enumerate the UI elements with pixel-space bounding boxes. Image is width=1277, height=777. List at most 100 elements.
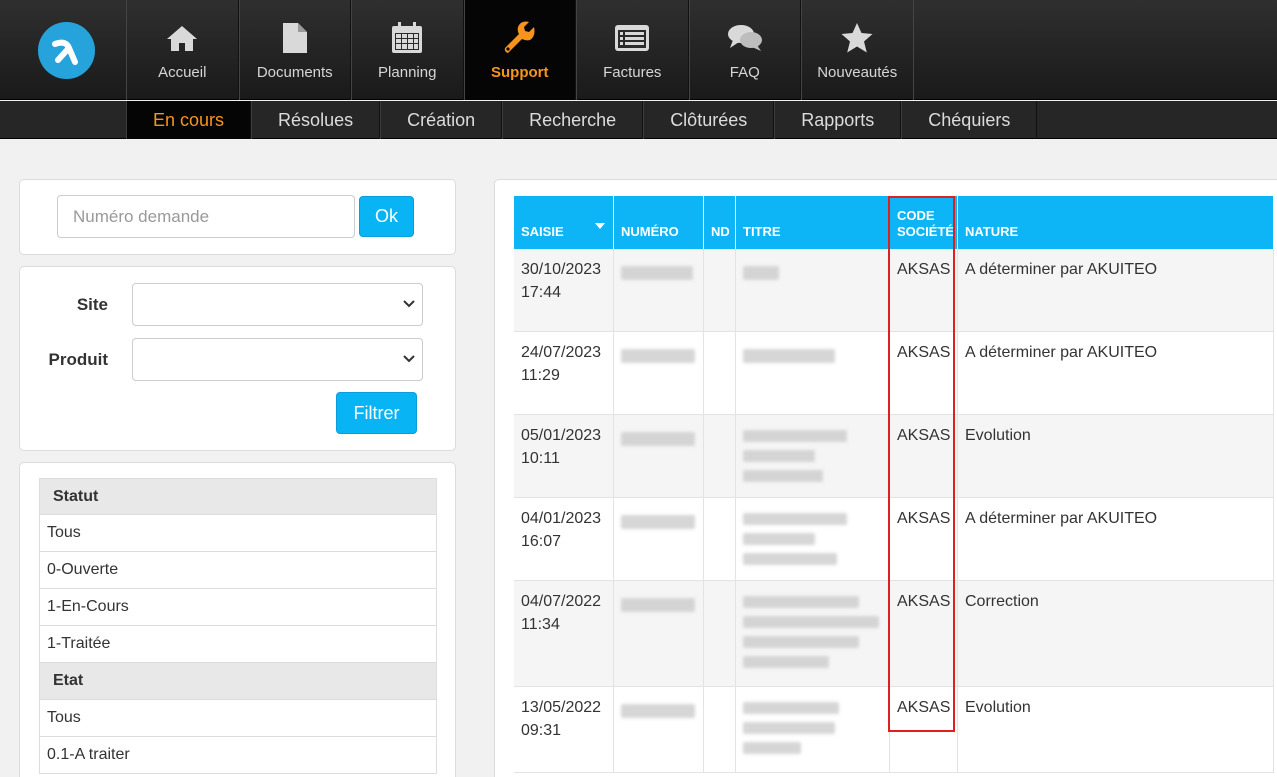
redacted-text	[743, 430, 847, 442]
nav-planning[interactable]: Planning	[351, 0, 464, 100]
cell-nd	[704, 498, 736, 580]
redacted-text	[743, 636, 859, 648]
date-text: 04/07/2022	[521, 593, 602, 610]
cell-nd	[704, 249, 736, 331]
time-text: 10:11	[521, 450, 560, 467]
cell-titre	[736, 498, 890, 580]
col-titre[interactable]: TITRE	[736, 196, 890, 249]
cell-titre	[736, 332, 890, 414]
nav-documents[interactable]: Documents	[238, 0, 351, 100]
nav-support[interactable]: Support	[463, 0, 576, 100]
redacted-text	[743, 742, 801, 754]
cell-nd	[704, 687, 736, 772]
statut-item[interactable]: Tous	[39, 515, 437, 552]
calendar-icon	[391, 21, 423, 55]
nav-label: Nouveautés	[817, 64, 898, 81]
etat-item[interactable]: 0.1-A traiter	[39, 737, 437, 774]
cell-saisie: 30/10/2023 17:44	[514, 249, 614, 331]
col-numero[interactable]: NUMÉRO	[614, 196, 704, 249]
redacted-text	[743, 656, 829, 668]
requests-table-panel: SAISIE NUMÉRO ND TITRE CODE SOCIÉTÉ NATU…	[494, 179, 1277, 777]
nav-label: Support	[491, 64, 549, 81]
search-panel: Numéro demande Ok	[19, 179, 456, 255]
time-text: 17:44	[521, 284, 562, 301]
time-text: 16:07	[521, 533, 562, 550]
redacted-text	[743, 266, 779, 280]
redacted-text	[743, 349, 835, 363]
tab-en-cours[interactable]: En cours	[126, 101, 252, 139]
nav-label: Factures	[603, 64, 662, 81]
col-nd[interactable]: ND	[704, 196, 736, 249]
tab-rapports[interactable]: Rapports	[774, 101, 902, 139]
product-select[interactable]	[132, 338, 423, 381]
cell-nature: Correction	[958, 581, 1274, 686]
redacted-text	[743, 450, 815, 462]
ok-button[interactable]: Ok	[359, 196, 414, 237]
cell-nature: A déterminer par AKUITEO	[958, 498, 1274, 580]
cell-nature: A déterminer par AKUITEO	[958, 332, 1274, 414]
redacted-text	[743, 470, 823, 482]
invoice-icon	[614, 21, 650, 55]
cell-titre	[736, 687, 890, 772]
cell-numero	[614, 687, 704, 772]
nav-accueil[interactable]: Accueil	[126, 0, 239, 100]
star-icon	[840, 21, 874, 55]
cell-titre	[736, 249, 890, 331]
redacted-text	[621, 432, 695, 446]
redacted-text	[621, 515, 695, 529]
cell-numero	[614, 415, 704, 497]
col-nature[interactable]: NATURE	[958, 196, 1274, 249]
redacted-text	[743, 596, 859, 608]
tab-creation[interactable]: Création	[380, 101, 503, 139]
cell-nature: Evolution	[958, 687, 1274, 772]
cell-nature: Evolution	[958, 415, 1274, 497]
statut-item[interactable]: 0-Ouverte	[39, 552, 437, 589]
redacted-text	[743, 513, 847, 525]
tab-recherche[interactable]: Recherche	[502, 101, 644, 139]
request-number-input[interactable]: Numéro demande	[57, 195, 355, 238]
tab-cloturees[interactable]: Clôturées	[643, 101, 775, 139]
tab-chequiers[interactable]: Chéquiers	[901, 101, 1038, 139]
cell-nature: A déterminer par AKUITEO	[958, 249, 1274, 331]
cell-numero	[614, 332, 704, 414]
cell-numero	[614, 249, 704, 331]
cell-saisie: 04/01/2023 16:07	[514, 498, 614, 580]
time-text: 09:31	[521, 722, 562, 739]
cell-titre	[736, 415, 890, 497]
nav-faq[interactable]: FAQ	[688, 0, 801, 100]
date-text: 30/10/2023	[521, 261, 602, 278]
filter-button[interactable]: Filtrer	[336, 392, 417, 434]
sub-navigation-bar: En cours Résolues Création Recherche Clô…	[0, 101, 1277, 139]
cell-saisie: 04/07/2022 11:34	[514, 581, 614, 686]
nav-label: Documents	[256, 64, 333, 81]
cell-saisie: 05/01/2023 10:11	[514, 415, 614, 497]
wrench-icon	[503, 21, 537, 55]
redacted-text	[621, 266, 693, 280]
tab-resolues[interactable]: Résolues	[251, 101, 381, 139]
top-navigation-bar: Accueil Documents Planning Support Factu…	[0, 0, 1277, 100]
etat-header: Etat	[39, 663, 437, 700]
cell-nd	[704, 332, 736, 414]
nav-nouveautes[interactable]: Nouveautés	[801, 0, 914, 100]
cell-nd	[704, 581, 736, 686]
statut-item[interactable]: 1-En-Cours	[39, 589, 437, 626]
cell-numero	[614, 498, 704, 580]
nav-factures[interactable]: Factures	[576, 0, 689, 100]
sort-caret-icon	[595, 223, 605, 229]
date-text: 05/01/2023	[521, 427, 602, 444]
etat-item[interactable]: Tous	[39, 700, 437, 737]
statut-item[interactable]: 1-Traitée	[39, 626, 437, 663]
document-icon	[282, 21, 308, 55]
home-icon	[166, 21, 198, 55]
site-select[interactable]	[132, 283, 423, 326]
redacted-text	[743, 616, 879, 628]
col-label: SAISIE	[521, 224, 564, 239]
col-saisie[interactable]: SAISIE	[514, 196, 614, 249]
redacted-text	[621, 704, 695, 718]
time-text: 11:34	[521, 616, 560, 633]
date-text: 24/07/2023	[521, 344, 602, 361]
logo-icon[interactable]	[38, 22, 95, 79]
cell-nd	[704, 415, 736, 497]
redacted-text	[621, 349, 695, 363]
date-text: 13/05/2022	[521, 699, 602, 716]
